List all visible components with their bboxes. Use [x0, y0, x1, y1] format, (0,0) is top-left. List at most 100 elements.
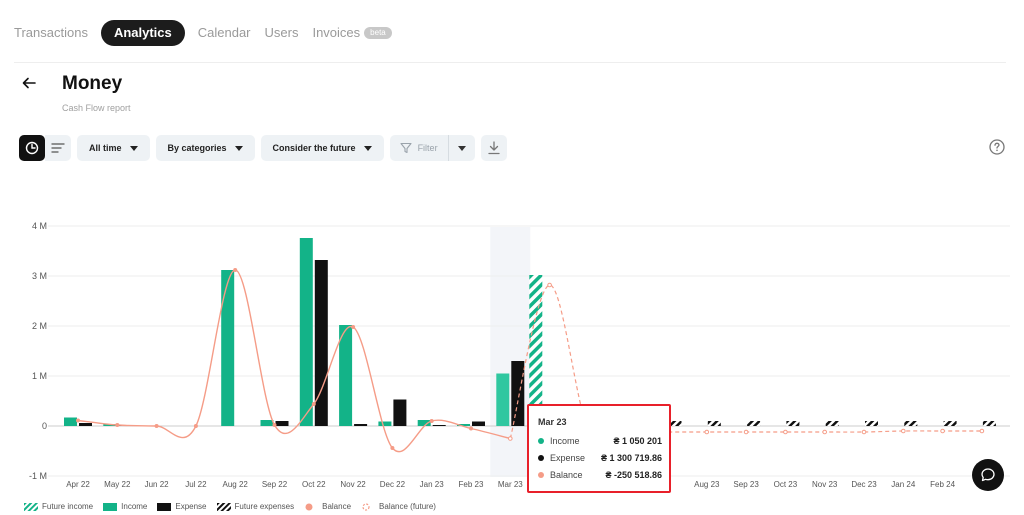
x-tick-label: Nov 22 [340, 480, 366, 489]
income-bar [299, 238, 313, 426]
balance-point [233, 268, 238, 272]
expense-bar [393, 399, 407, 426]
income-swatch-icon [103, 502, 118, 511]
x-tick-label: Oct 22 [302, 480, 326, 489]
x-tick-label: Dec 23 [851, 480, 877, 489]
balance-future-point [547, 282, 552, 288]
x-tick-label: Jan 24 [891, 480, 916, 489]
funnel-icon [400, 142, 412, 154]
balance-future-point [979, 428, 985, 434]
balance-point [469, 426, 473, 431]
top-nav: Transactions Analytics Calendar Users In… [14, 20, 399, 46]
future-expenses-swatch-icon [216, 502, 231, 511]
y-tick-label: 1 M [32, 371, 47, 381]
x-tick-label: Feb 23 [459, 480, 484, 489]
balance-point [272, 423, 277, 427]
tab-calendar[interactable]: Calendar [191, 20, 258, 46]
x-tick-label: Jul 22 [185, 480, 207, 489]
income-bar [339, 325, 353, 426]
tooltip-value: ₴ -250 518.86 [605, 470, 662, 480]
future-income-swatch-icon [24, 502, 38, 511]
income-bar [378, 421, 392, 426]
x-tick-label: Jan 23 [420, 480, 445, 489]
list-icon [51, 143, 65, 153]
filter-label: Filter [417, 143, 438, 153]
download-button[interactable] [480, 135, 507, 161]
x-tick-label: Apr 22 [66, 480, 90, 489]
chart-view-button[interactable] [19, 135, 45, 161]
legend-label: Income [121, 502, 148, 511]
future-expense-bar [786, 421, 800, 426]
grouping-dropdown[interactable]: By categories [155, 135, 255, 161]
download-icon [487, 141, 500, 155]
tooltip-value: ₴ 1 050 201 [613, 436, 662, 446]
y-tick-label: -1 M [29, 471, 47, 481]
legend-expense[interactable]: Expense [157, 502, 207, 511]
expense-bar [511, 361, 525, 426]
future-expense-bar [825, 421, 839, 426]
balance-point [311, 402, 316, 406]
income-bar [260, 420, 274, 426]
caret-down-icon [363, 145, 372, 151]
income-bar [221, 270, 235, 426]
legend-label: Balance [322, 502, 352, 511]
x-tick-label: Dec 22 [380, 480, 406, 489]
period-dropdown[interactable]: All time [77, 135, 150, 161]
cash-flow-chart: 4 M 3 M 2 M 1 M 0 -1 M Apr 22 May 22 Jun 22 Jul 2… [29, 221, 1010, 489]
filter-button[interactable]: Filter [390, 135, 449, 161]
y-tick-label: 0 [42, 421, 47, 431]
tooltip-label: Balance [550, 470, 583, 480]
balance-point [429, 419, 434, 423]
future-value: Consider the future [272, 143, 356, 153]
tab-users[interactable]: Users [258, 20, 306, 46]
tooltip-row-income: Income ₴ 1 050 201 [538, 434, 662, 448]
tooltip-label: Expense [550, 453, 586, 463]
tab-invoices[interactable]: Invoices beta [305, 20, 398, 46]
chat-bubble-icon [981, 468, 995, 482]
tooltip-value: ₴ 1 300 719.86 [600, 453, 662, 463]
x-tick-label: May 22 [104, 480, 131, 489]
legend-balance[interactable]: Balance [304, 502, 351, 511]
list-view-button[interactable] [45, 135, 71, 161]
chart-legend: Future income Income Expense Future expe… [24, 502, 446, 511]
tab-transactions[interactable]: Transactions [14, 20, 95, 46]
balance-future-point [783, 429, 788, 435]
x-tick-label: Feb 24 [930, 480, 955, 489]
tab-invoices-label: Invoices [312, 25, 361, 40]
income-bar [64, 417, 77, 426]
balance-future-point [704, 429, 710, 435]
chat-button[interactable] [972, 459, 1004, 491]
tab-analytics[interactable]: Analytics [100, 20, 185, 46]
tooltip-label: Income [550, 436, 580, 446]
page-subtitle: Cash Flow report [62, 103, 131, 113]
tooltip-row-expense: Expense ₴ 1 300 719.86 [538, 451, 662, 465]
x-tick-label: Aug 23 [694, 480, 720, 489]
legend-income[interactable]: Income [103, 502, 147, 511]
x-tick-label: Nov 23 [812, 480, 838, 489]
balance-swatch-icon [305, 503, 313, 510]
future-expense-bar [943, 421, 957, 426]
future-dropdown[interactable]: Consider the future [260, 135, 384, 161]
y-tick-label: 2 M [32, 321, 47, 331]
toolbar: All time By categories Consider the futu… [19, 135, 507, 161]
expense-dot-icon [538, 455, 544, 461]
x-tick-label: Jun 22 [145, 480, 170, 489]
beta-badge: beta [364, 26, 392, 39]
legend-future-expenses[interactable]: Future expenses [216, 502, 294, 511]
caret-down-icon [129, 145, 138, 151]
balance-point [154, 424, 159, 428]
legend-label: Future income [42, 502, 94, 511]
legend-future-income[interactable]: Future income [24, 502, 93, 511]
x-tick-label: Oct 23 [774, 480, 798, 489]
expense-bar [432, 425, 446, 426]
future-expense-bar [747, 421, 761, 426]
filter-control: Filter [389, 135, 475, 161]
expense-bar [275, 421, 289, 426]
filter-caret-button[interactable] [449, 135, 475, 161]
x-tick-label: Mar 23 [498, 480, 523, 489]
help-icon[interactable] [989, 139, 1005, 155]
legend-balance-future[interactable]: Balance (future) [361, 502, 436, 511]
x-tick-label: Aug 22 [223, 480, 249, 489]
balance-future-swatch-icon [362, 502, 370, 511]
back-arrow-icon[interactable] [21, 75, 37, 91]
